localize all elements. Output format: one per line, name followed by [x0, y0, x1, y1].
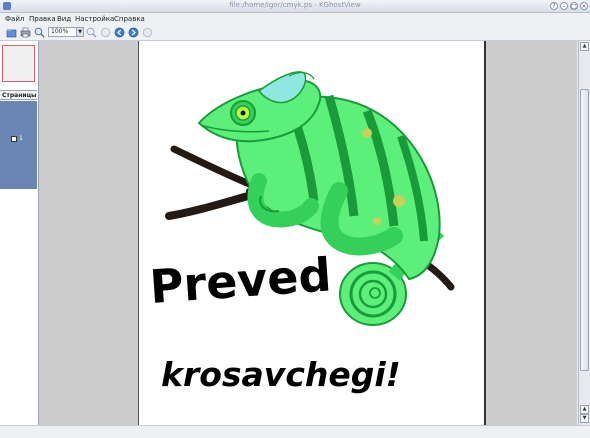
- status-bar: [0, 425, 590, 438]
- next-page-button[interactable]: [128, 27, 139, 38]
- scroll-thumb[interactable]: [580, 89, 589, 371]
- title-bar: file:/home/igor/cmyk.ps - KGhostView ? –…: [0, 0, 590, 13]
- prev-page-button[interactable]: [114, 27, 125, 38]
- menu-file[interactable]: Файл: [5, 15, 24, 23]
- fit-page-icon: [100, 27, 111, 38]
- document-viewport[interactable]: Preved krosavchegi!: [39, 41, 577, 425]
- last-page-icon: [142, 27, 153, 38]
- print-icon: [20, 27, 31, 38]
- preved-text: Preved: [148, 247, 333, 314]
- maximize-button[interactable]: □: [570, 2, 578, 10]
- page-list-item[interactable]: 1: [0, 101, 37, 189]
- vertical-scrollbar[interactable]: ▲ ▲ ▼: [578, 41, 590, 425]
- menu-view[interactable]: Вид: [57, 15, 71, 23]
- toolbar: 100% ▼: [0, 25, 590, 41]
- minimize-button[interactable]: –: [560, 2, 568, 10]
- next-page-icon: [128, 27, 139, 38]
- pages-header[interactable]: Страницы: [0, 90, 37, 100]
- menu-bar: Файл Правка Вид Настройка Справка: [0, 13, 590, 25]
- zoom-select[interactable]: 100% ▼: [48, 27, 84, 37]
- fit-page-button[interactable]: [100, 27, 111, 38]
- open-button[interactable]: [6, 27, 17, 38]
- body-spot: [373, 217, 381, 225]
- window-title: file:/home/igor/cmyk.ps - KGhostView: [229, 1, 361, 9]
- last-page-button[interactable]: [142, 27, 153, 38]
- menu-help[interactable]: Справка: [114, 15, 145, 23]
- prev-page-icon: [114, 27, 125, 38]
- document-page: Preved krosavchegi!: [138, 41, 486, 425]
- scroll-up-arrow-lower[interactable]: ▲: [580, 405, 589, 414]
- body-spot: [362, 128, 372, 138]
- help-window-button[interactable]: ?: [550, 2, 558, 10]
- krosavchegi-text: krosavchegi!: [161, 355, 401, 394]
- scroll-up-arrow[interactable]: ▲: [580, 42, 589, 51]
- menu-settings[interactable]: Настройка: [75, 15, 114, 23]
- zoom-out-button[interactable]: [86, 27, 97, 38]
- zoom-value: 100%: [51, 28, 69, 35]
- branch-fork: [165, 189, 263, 220]
- zoom-in-icon: [34, 27, 45, 38]
- eye-pupil: [240, 110, 246, 116]
- page-number: 1: [19, 135, 23, 142]
- zoom-in-button[interactable]: [34, 27, 45, 38]
- chameleon-illustration: Preved krosavchegi!: [148, 71, 455, 394]
- page-checkbox[interactable]: [11, 136, 17, 142]
- print-button[interactable]: [20, 27, 31, 38]
- close-button[interactable]: ×: [580, 2, 588, 10]
- page-thumbnail[interactable]: [2, 45, 35, 82]
- chevron-down-icon[interactable]: ▼: [76, 28, 83, 36]
- menu-edit[interactable]: Правка: [29, 15, 56, 23]
- page-sidebar: Страницы 1: [0, 41, 39, 425]
- zoom-out-icon: [86, 27, 97, 38]
- body-spot: [393, 195, 405, 207]
- open-icon: [6, 29, 17, 38]
- scroll-down-arrow[interactable]: ▼: [580, 414, 589, 423]
